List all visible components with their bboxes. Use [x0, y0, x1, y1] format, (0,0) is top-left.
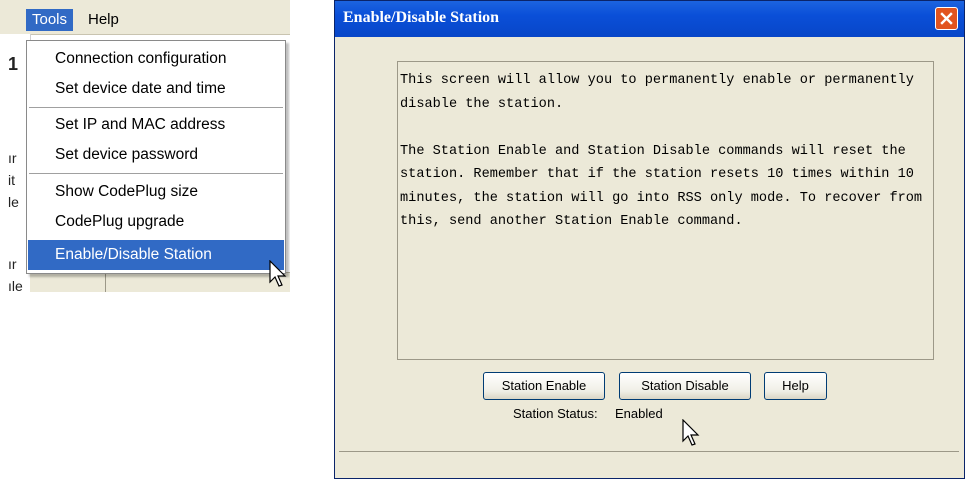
station-status-label: Station Status: [513, 406, 598, 421]
close-icon [940, 12, 953, 25]
help-button[interactable]: Help [764, 372, 827, 400]
title-bar[interactable]: Enable/Disable Station [335, 1, 964, 37]
dialog-title: Enable/Disable Station [343, 9, 500, 26]
menu-item-enable-disable-station[interactable]: Enable/Disable Station [28, 240, 284, 270]
close-button[interactable] [935, 7, 958, 30]
mouse-cursor-icon [682, 419, 700, 446]
menu-item-codeplug-upgrade[interactable]: CodePlug upgrade [28, 208, 284, 236]
dialog-status-bar [339, 451, 959, 478]
menu-item-set-ip-mac[interactable]: Set IP and MAC address [28, 111, 284, 139]
partial-text: it [8, 172, 15, 188]
description-text: This screen will allow you to permanentl… [400, 69, 930, 234]
tools-menu-panel: Tools Help 1 ır it le ır ıle Connection … [0, 0, 290, 292]
enable-disable-station-dialog: Enable/Disable Station This screen will … [334, 0, 965, 479]
partial-text: 1 [8, 54, 19, 74]
station-enable-button[interactable]: Station Enable [483, 372, 605, 400]
menubar: Tools Help [0, 0, 290, 35]
partial-text: ır [8, 256, 17, 272]
menu-separator [29, 107, 283, 108]
menu-item-connection-configuration[interactable]: Connection configuration [28, 45, 284, 73]
partial-text: le [8, 194, 19, 210]
partial-text: ır [8, 150, 17, 166]
menu-separator [29, 173, 283, 174]
menu-tools[interactable]: Tools [26, 9, 74, 31]
station-status-value: Enabled [615, 406, 663, 421]
mouse-cursor-icon [269, 260, 287, 287]
background-strip [30, 272, 290, 292]
menu-item-set-date-time[interactable]: Set device date and time [28, 75, 284, 103]
description-paragraph-2: The Station Enable and Station Disable c… [400, 143, 923, 230]
menu-help[interactable]: Help [82, 9, 125, 31]
tools-dropdown: Connection configuration Set device date… [26, 40, 286, 274]
background-divider [105, 272, 106, 292]
description-paragraph-1: This screen will allow you to permanentl… [400, 73, 914, 112]
partial-text: ıle [8, 278, 23, 292]
menu-item-show-codeplug-size[interactable]: Show CodePlug size [28, 178, 284, 206]
description-box: This screen will allow you to permanentl… [397, 61, 934, 360]
menu-item-set-password[interactable]: Set device password [28, 141, 284, 169]
station-disable-button[interactable]: Station Disable [619, 372, 751, 400]
